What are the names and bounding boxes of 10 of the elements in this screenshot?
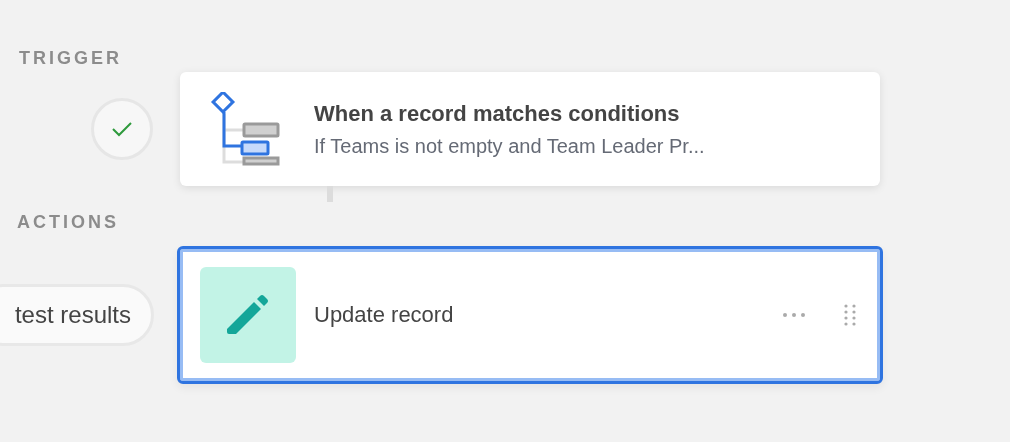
action-card[interactable]: Update record <box>177 246 883 384</box>
section-label: TRIGGER <box>19 47 123 70</box>
card-subtitle: If Teams is not empty and Team Leader Pr... <box>314 134 706 158</box>
condition-tree-icon <box>210 92 280 166</box>
card-title: Update record <box>314 302 455 328</box>
trigger-card[interactable]: When a record matches conditions If Teams is not empty and Team Leader Pr... <box>180 72 880 186</box>
section-label: ACTIONS <box>17 211 120 234</box>
test-results-button[interactable]: test results <box>0 284 154 346</box>
check-icon <box>111 121 133 137</box>
card-title: When a record matches conditions <box>314 100 681 127</box>
